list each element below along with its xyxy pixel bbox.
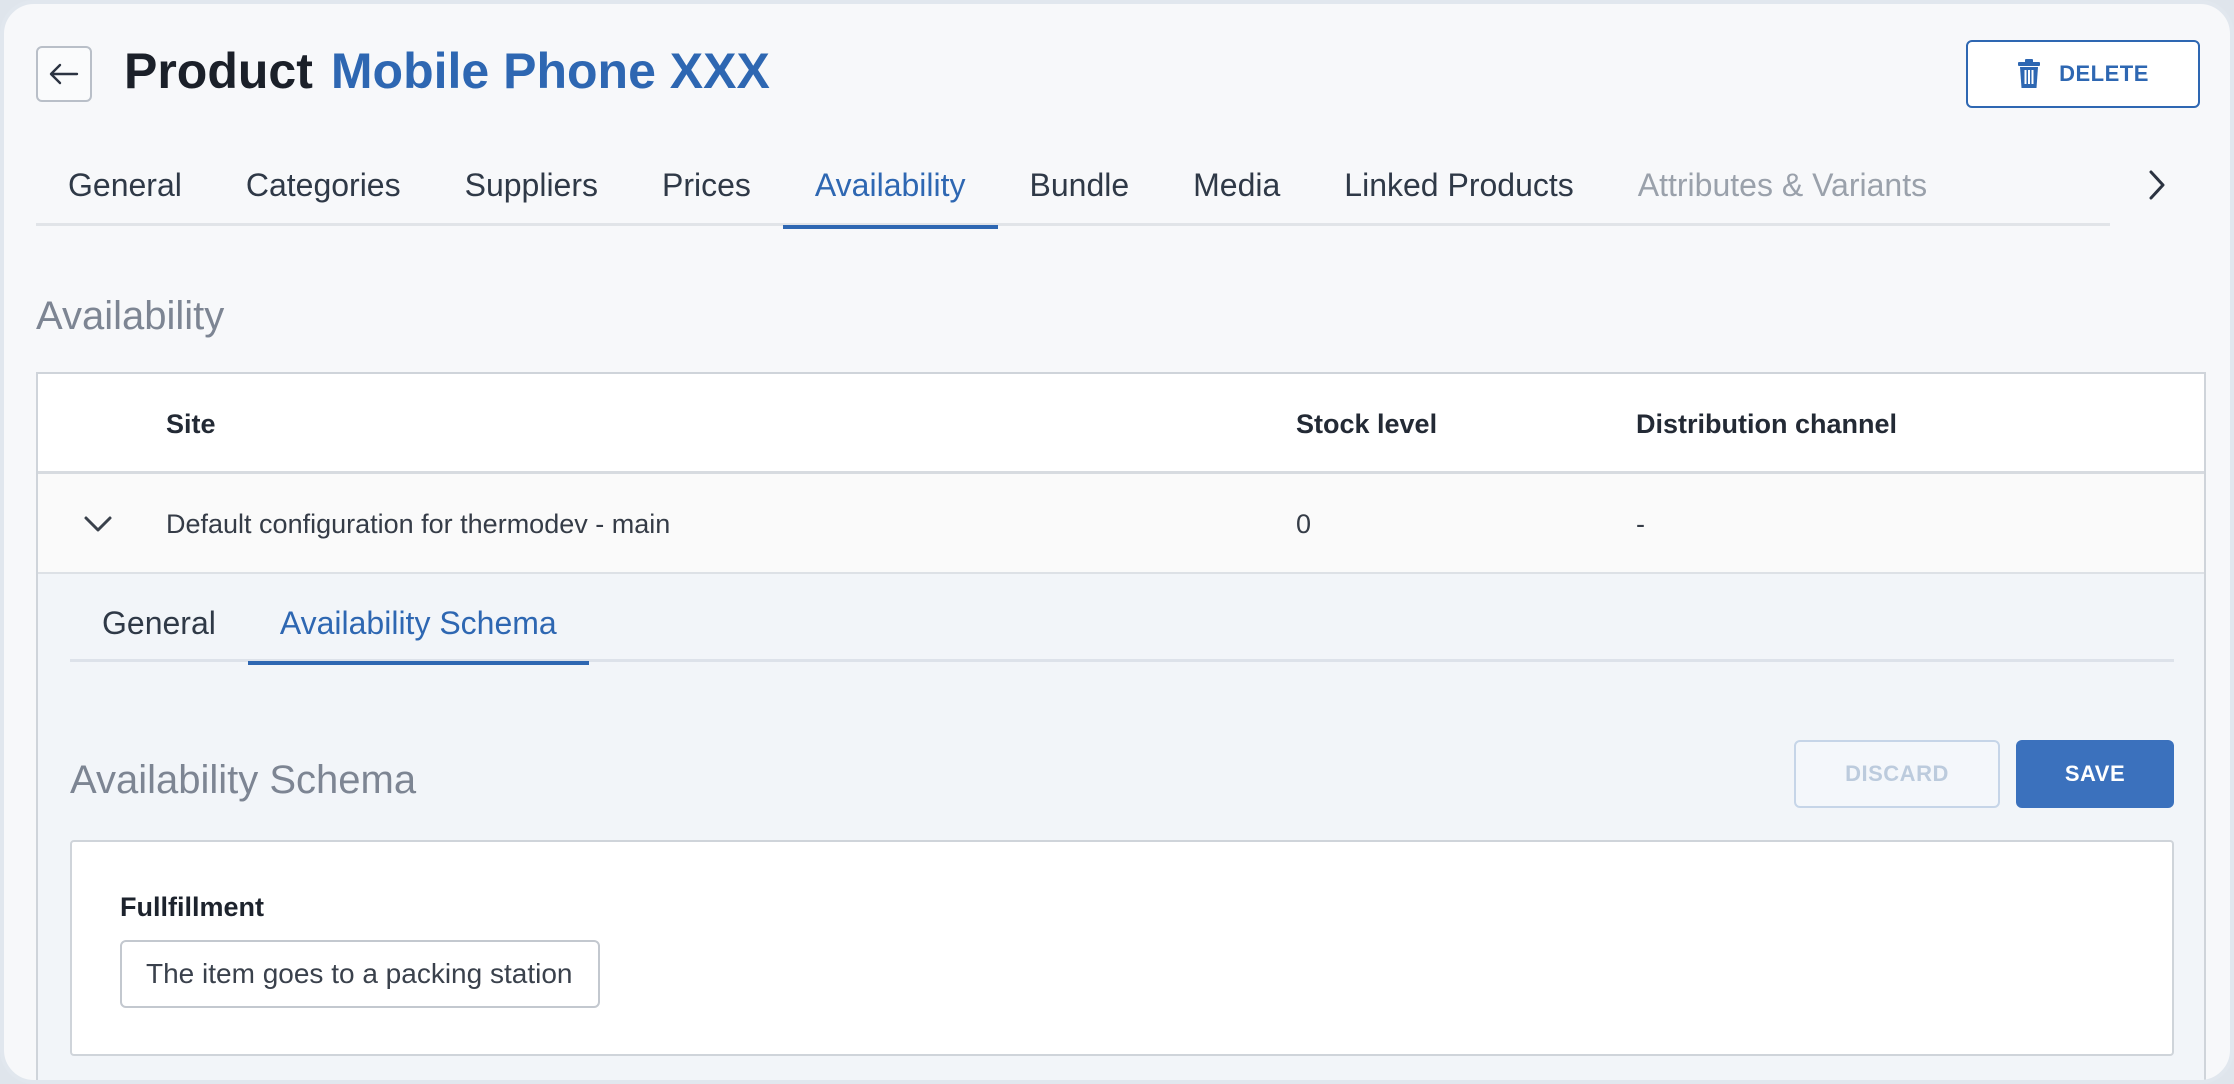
tab-categories[interactable]: Categories: [214, 144, 433, 226]
detail-section-title: Availability Schema: [70, 758, 417, 802]
tab-prices[interactable]: Prices: [630, 144, 783, 226]
save-button[interactable]: SAVE: [2016, 740, 2174, 808]
product-name: Mobile Phone XXX: [330, 43, 770, 99]
detail-tab-availability-schema[interactable]: Availability Schema: [247, 584, 589, 665]
arrow-left-icon: [49, 63, 79, 85]
tab-general[interactable]: General: [36, 144, 214, 226]
tab-attributes-variants[interactable]: Attributes & Variants: [1606, 144, 1959, 226]
cell-stock-level: 0: [1296, 508, 1312, 539]
tab-bundle[interactable]: Bundle: [998, 144, 1162, 226]
cell-distribution-channel: -: [1636, 508, 1645, 539]
column-header-stock-level: Stock level: [1296, 408, 1438, 439]
availability-table: Site Stock level Distribution channel De…: [36, 372, 2206, 1080]
page-title: Product Mobile Phone XXX: [124, 42, 770, 112]
tab-suppliers[interactable]: Suppliers: [433, 144, 630, 226]
tab-availability[interactable]: Availability: [782, 144, 998, 229]
product-window: Product Mobile Phone XXX DELETE General …: [0, 0, 2234, 1084]
delete-button[interactable]: DELETE: [1966, 40, 2200, 108]
column-header-site: Site: [166, 408, 216, 439]
product-tabs: General Categories Suppliers Prices Avai…: [36, 144, 2110, 229]
discard-button[interactable]: DISCARD: [1794, 740, 2000, 808]
detail-tab-general[interactable]: General: [70, 584, 248, 662]
tab-linked-products[interactable]: Linked Products: [1312, 144, 1605, 226]
table-row[interactable]: Default configuration for thermodev - ma…: [38, 474, 2204, 574]
availability-schema-form: Fullfillment: [70, 840, 2174, 1056]
column-header-distribution-channel: Distribution channel: [1636, 408, 1898, 439]
fulfillment-input[interactable]: [120, 940, 600, 1008]
tabs-scroll-right-button[interactable]: [2110, 144, 2204, 226]
back-button[interactable]: [36, 46, 92, 102]
delete-button-label: DELETE: [2059, 61, 2149, 86]
trash-icon: [2018, 59, 2041, 88]
chevron-right-icon: [2149, 170, 2165, 200]
chevron-down-icon: [84, 516, 112, 532]
detail-tabs: General Availability Schema: [70, 584, 2174, 665]
section-title: Availability: [36, 294, 225, 338]
page-title-prefix: Product: [124, 43, 313, 99]
cell-site: Default configuration for thermodev - ma…: [166, 508, 671, 539]
table-header: Site Stock level Distribution channel: [38, 374, 2204, 474]
tab-media[interactable]: Media: [1161, 144, 1312, 226]
row-expand-toggle[interactable]: [78, 504, 118, 544]
fulfillment-label: Fullfillment: [120, 892, 264, 922]
